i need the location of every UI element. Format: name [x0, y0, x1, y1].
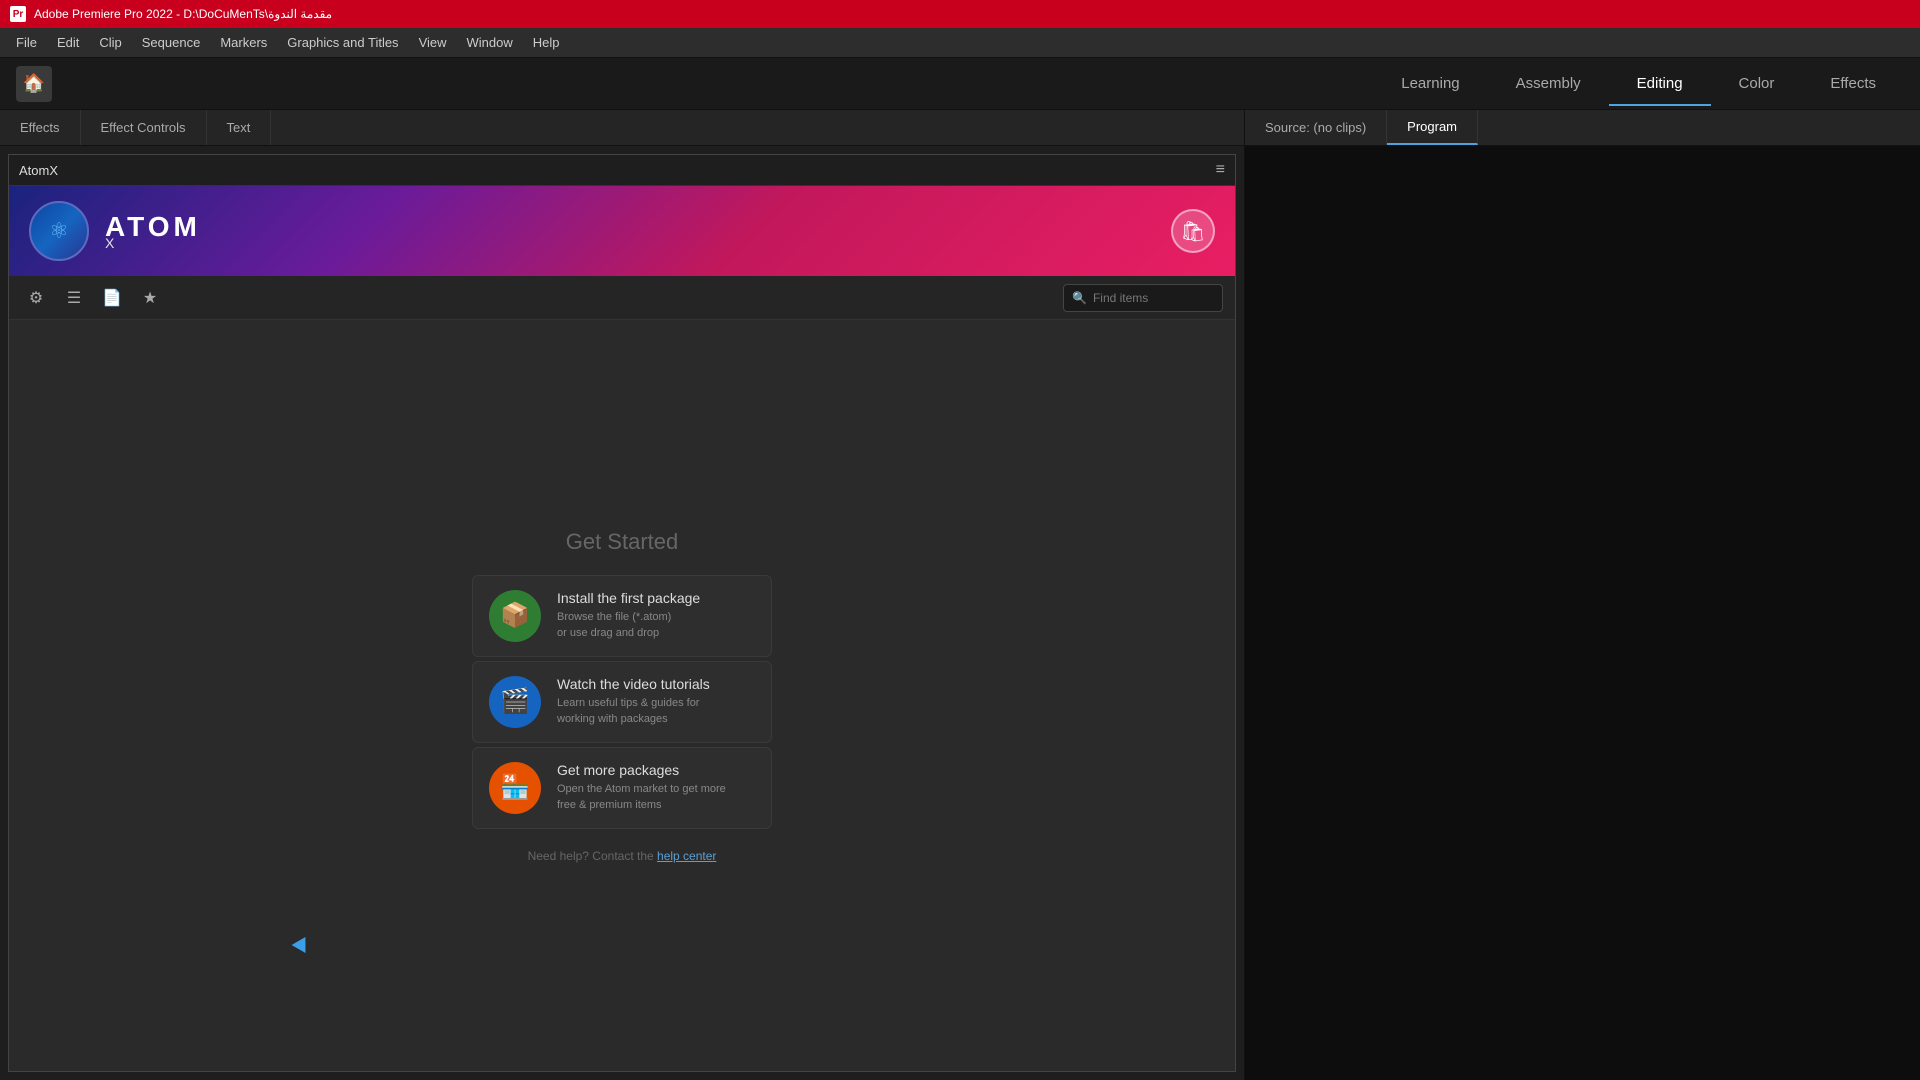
atomx-toolbar: ⚙ ☰ 📄 ★ 🔍 Find items — [9, 276, 1235, 320]
menu-clip[interactable]: Clip — [91, 31, 129, 54]
atomx-menu-icon[interactable]: ≡ — [1216, 161, 1225, 179]
menu-graphics-titles[interactable]: Graphics and Titles — [279, 31, 406, 54]
atomx-header: AtomX ≡ — [9, 155, 1235, 186]
workspace-bar: 🏠 Learning Assembly Editing Color Effect… — [0, 58, 1920, 110]
menu-sequence[interactable]: Sequence — [134, 31, 209, 54]
workspace-tab-color[interactable]: Color — [1711, 61, 1803, 106]
main-layout: Effects Effect Controls Text AtomX ≡ ⚛ A… — [0, 110, 1920, 1080]
get-packages-card[interactable]: 🏪 Get more packages Open the Atom market… — [472, 747, 772, 829]
tab-effect-controls[interactable]: Effect Controls — [81, 110, 207, 145]
app-icon: Pr — [10, 6, 26, 22]
get-packages-title: Get more packages — [557, 762, 726, 778]
atomx-logo-text: ATOM X — [105, 211, 201, 251]
home-button[interactable]: 🏠 — [16, 66, 52, 102]
title-bar: Pr Adobe Premiere Pro 2022 - D:\DoCuMenT… — [0, 0, 1920, 28]
atomx-x-text: X — [105, 235, 201, 251]
atomx-favorites-button[interactable]: ★ — [135, 283, 165, 313]
menu-window[interactable]: Window — [459, 31, 521, 54]
source-tab[interactable]: Source: (no clips) — [1245, 110, 1387, 145]
install-package-card[interactable]: 📦 Install the first package Browse the f… — [472, 575, 772, 657]
cursor — [292, 937, 313, 957]
program-tab[interactable]: Program — [1387, 110, 1478, 145]
atomx-logo-icon: ⚛ — [49, 218, 69, 244]
menu-markers[interactable]: Markers — [212, 31, 275, 54]
help-center-link[interactable]: help center — [657, 849, 716, 863]
atomx-cart-button[interactable]: 🛍 — [1171, 209, 1215, 253]
menu-bar: File Edit Clip Sequence Markers Graphics… — [0, 28, 1920, 58]
atomx-logo-circle: ⚛ — [29, 201, 89, 261]
atomx-content: Get Started 📦 Install the first package … — [9, 320, 1235, 1071]
panel-tabs: Effects Effect Controls Text — [0, 110, 1244, 146]
get-packages-icon: 🏪 — [489, 762, 541, 814]
tab-effects[interactable]: Effects — [0, 110, 81, 145]
install-package-icon: 📦 — [489, 590, 541, 642]
right-panel-content — [1245, 146, 1920, 1080]
workspace-tab-effects[interactable]: Effects — [1802, 61, 1904, 106]
menu-view[interactable]: View — [411, 31, 455, 54]
tab-text[interactable]: Text — [207, 110, 272, 145]
workspace-tab-editing[interactable]: Editing — [1609, 61, 1711, 106]
atomx-list-button[interactable]: ☰ — [59, 283, 89, 313]
video-tutorials-card[interactable]: 🎬 Watch the video tutorials Learn useful… — [472, 661, 772, 743]
video-tutorials-title: Watch the video tutorials — [557, 676, 710, 692]
search-icon: 🔍 — [1072, 291, 1087, 305]
right-panel-tabs: Source: (no clips) Program — [1245, 110, 1920, 146]
right-panel: Source: (no clips) Program — [1245, 110, 1920, 1080]
workspace-tab-learning[interactable]: Learning — [1373, 61, 1487, 106]
atomx-panel: AtomX ≡ ⚛ ATOM X 🛍 ⚙ ☰ 📄 ★ — [8, 154, 1236, 1072]
menu-help[interactable]: Help — [525, 31, 568, 54]
menu-file[interactable]: File — [8, 31, 45, 54]
video-tutorials-desc: Learn useful tips & guides forworking wi… — [557, 696, 710, 727]
get-started-title: Get Started — [566, 529, 679, 555]
atomx-banner: ⚛ ATOM X 🛍 — [9, 186, 1235, 276]
atomx-title: AtomX — [19, 163, 58, 178]
video-tutorials-icon: 🎬 — [489, 676, 541, 728]
search-placeholder: Find items — [1093, 291, 1148, 305]
atomx-search-box[interactable]: 🔍 Find items — [1063, 284, 1223, 312]
title-bar-text: Adobe Premiere Pro 2022 - D:\DoCuMenTs\م… — [34, 7, 332, 21]
install-package-title: Install the first package — [557, 590, 700, 606]
get-packages-text: Get more packages Open the Atom market t… — [557, 762, 726, 813]
install-package-text: Install the first package Browse the fil… — [557, 590, 700, 641]
install-package-desc: Browse the file (*.atom)or use drag and … — [557, 610, 700, 641]
get-packages-desc: Open the Atom market to get morefree & p… — [557, 782, 726, 813]
video-tutorials-text: Watch the video tutorials Learn useful t… — [557, 676, 710, 727]
menu-edit[interactable]: Edit — [49, 31, 87, 54]
atomx-file-button[interactable]: 📄 — [97, 283, 127, 313]
left-panel: Effects Effect Controls Text AtomX ≡ ⚛ A… — [0, 110, 1245, 1080]
workspace-tabs: Learning Assembly Editing Color Effects — [1373, 61, 1904, 106]
help-text: Need help? Contact the help center — [528, 849, 717, 863]
workspace-tab-assembly[interactable]: Assembly — [1488, 61, 1609, 106]
atomx-settings-button[interactable]: ⚙ — [21, 283, 51, 313]
